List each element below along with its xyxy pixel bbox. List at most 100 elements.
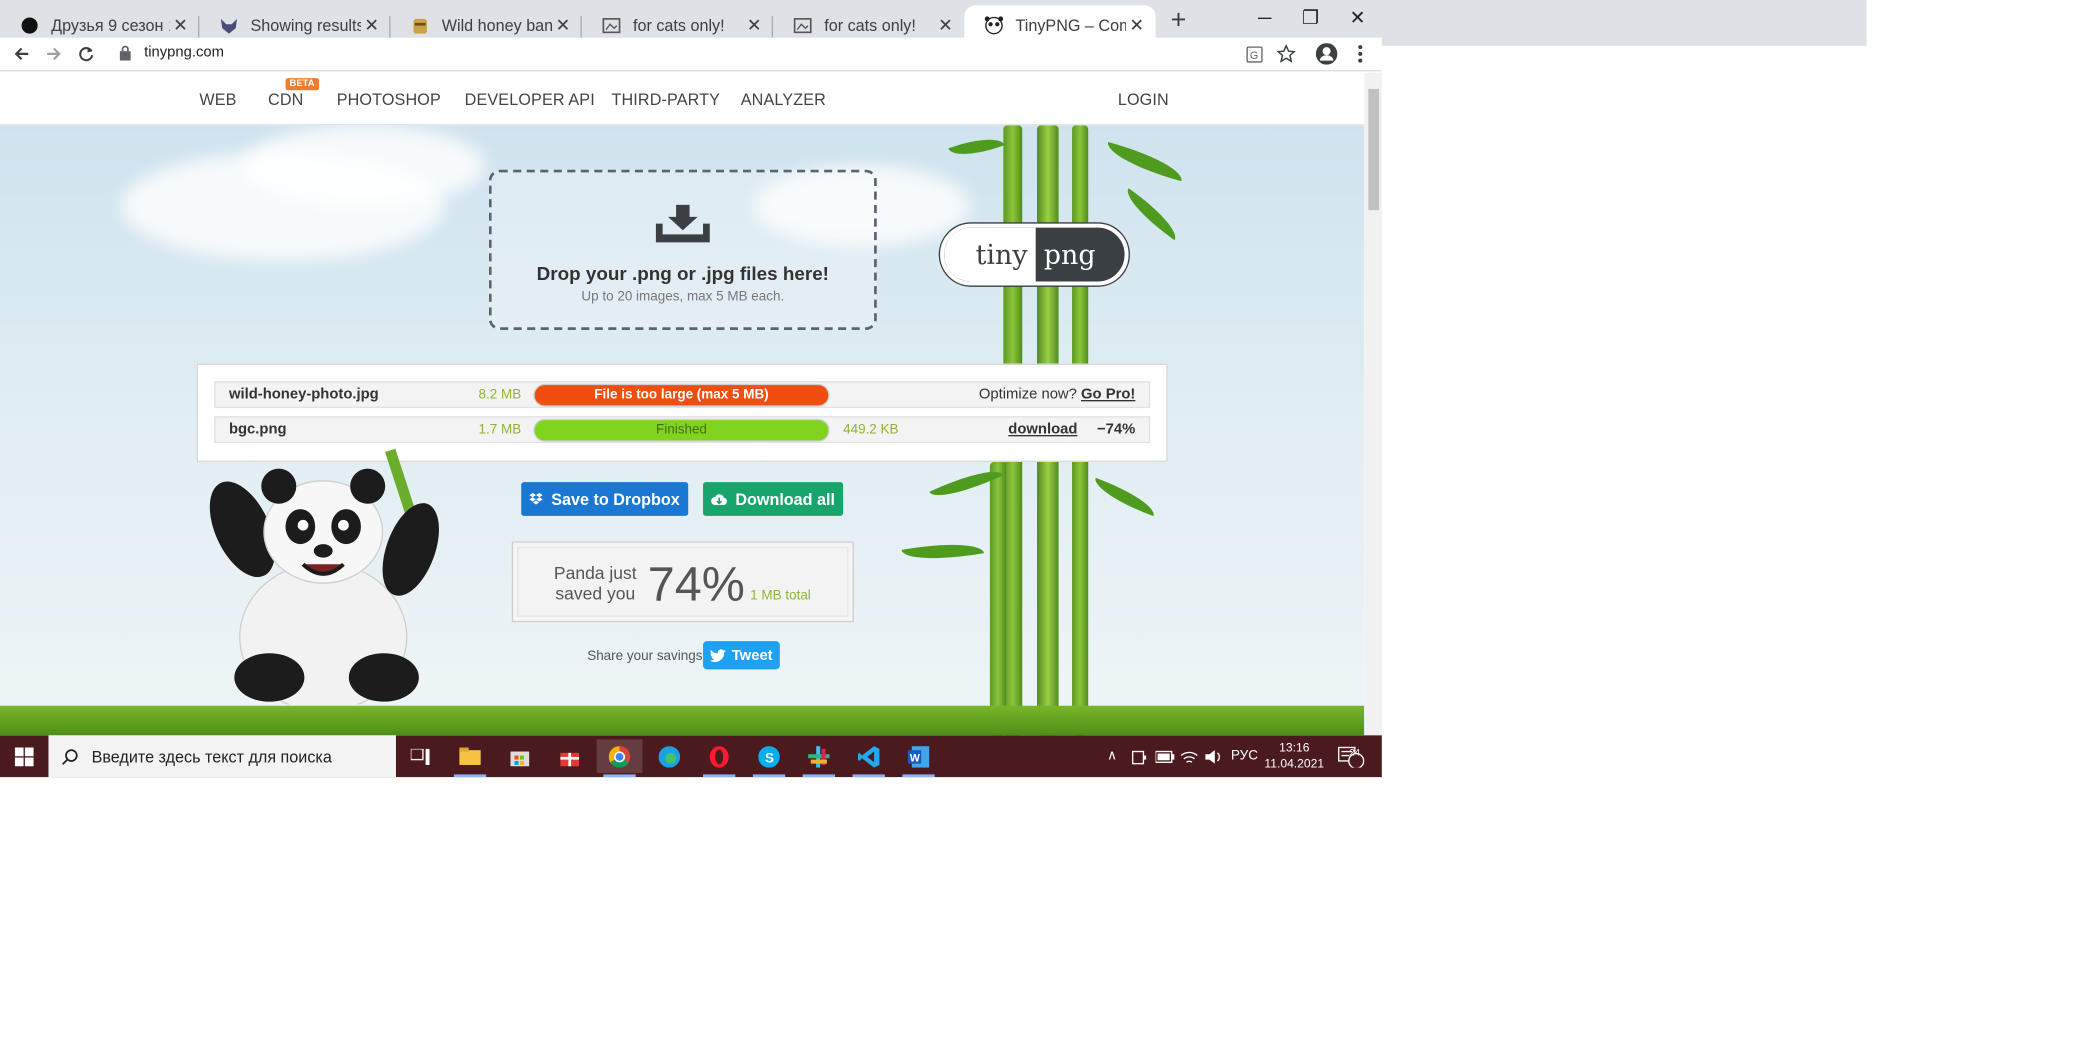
forward-icon[interactable] (42, 42, 66, 66)
wolf-icon (218, 15, 240, 37)
results-panel: wild-honey-photo.jpg 8.2 MB File is too … (196, 363, 1168, 462)
battery-icon[interactable] (1155, 735, 1175, 777)
translate-icon[interactable]: G (1242, 42, 1266, 66)
taskbar-clock[interactable]: 13:16 11.04.2021 (1261, 739, 1328, 771)
twitter-bird-icon (710, 648, 727, 662)
dropzone-subtitle: Up to 20 images, max 5 MB each. (581, 289, 785, 305)
download-link[interactable]: download (1008, 422, 1077, 438)
scrollbar-thumb[interactable] (1368, 88, 1380, 211)
url-text: tinypng.com (144, 44, 224, 61)
tinypng-page: WEB CDN BETA PHOTOSHOP DEVELOPER API THI… (0, 72, 1365, 736)
close-icon[interactable]: ✕ (361, 15, 383, 37)
close-icon[interactable]: ✕ (935, 15, 957, 37)
wifi-icon[interactable] (1180, 735, 1199, 777)
upload-dropzone[interactable]: Drop your .png or .jpg files here! Up to… (488, 169, 877, 330)
opera-icon[interactable] (696, 739, 742, 778)
hero-area: Drop your .png or .jpg files here! Up to… (0, 125, 1365, 736)
save-to-dropbox-button[interactable]: Save to Dropbox (521, 482, 689, 516)
cat-icon (792, 15, 814, 37)
task-view-icon[interactable] (397, 739, 443, 773)
nav-analyzer[interactable]: ANALYZER (741, 90, 826, 109)
store-icon[interactable] (497, 739, 543, 773)
compressed-size: 449.2 KB (843, 422, 899, 438)
tab-title: for cats only! (824, 16, 916, 36)
bamboo-leaf (901, 535, 985, 568)
grass-decoration (0, 705, 1365, 736)
file-size: 1.7 MB (478, 422, 522, 438)
cloud-download-icon (711, 493, 727, 505)
file-name: wild-honey-photo.jpg (228, 386, 379, 403)
screenshot: Друзья 9 сезон 16 серия ✕ Showing result… (0, 0, 1867, 1051)
site-nav: WEB CDN BETA PHOTOSHOP DEVELOPER API THI… (0, 72, 1365, 126)
close-window-icon[interactable]: ✕ (1333, 0, 1381, 35)
savings-label: Panda just saved you (553, 562, 637, 604)
taskbar-search-field[interactable]: Введите здесь текст для поиска (48, 735, 396, 778)
dropbox-icon (529, 492, 544, 504)
language-indicator[interactable]: РУС (1231, 735, 1258, 777)
new-tab-button[interactable]: + (1165, 7, 1192, 35)
lock-icon (119, 45, 131, 61)
nav-cdn[interactable]: CDN (268, 90, 303, 109)
nav-third-party[interactable]: THIRD-PARTY (611, 90, 720, 109)
savings-inner: Panda just saved you 74% 1 MB total (517, 546, 849, 617)
close-icon[interactable]: ✕ (1126, 15, 1148, 37)
page-scrollbar[interactable] (1364, 72, 1382, 736)
bamboo-stalk (989, 461, 1007, 736)
savings-total: 1 MB total (750, 588, 811, 604)
savings-box: Panda just saved you 74% 1 MB total (511, 541, 854, 623)
chrome-icon[interactable] (596, 739, 643, 778)
beta-badge: BETA (285, 78, 319, 91)
result-row: bgc.png 1.7 MB Finished 449.2 KB downloa… (214, 416, 1151, 444)
volume-icon[interactable] (1204, 735, 1223, 777)
back-icon[interactable] (9, 42, 33, 66)
vscode-icon[interactable] (846, 739, 892, 778)
download-all-label: Download all (735, 489, 836, 509)
tab-title: TinyPNG – Compress PNG (1015, 16, 1125, 36)
reload-icon[interactable] (74, 42, 98, 66)
result-row: wild-honey-photo.jpg 8.2 MB File is too … (214, 381, 1151, 409)
saving-percent: −74% (1097, 421, 1136, 438)
profile-avatar-icon[interactable] (1314, 42, 1338, 66)
status-bar-error: File is too large (max 5 MB) (533, 383, 830, 407)
svg-text:S: S (765, 750, 774, 765)
tab-title: for cats only! (632, 16, 725, 36)
dropzone-title: Drop your .png or .jpg files here! (536, 262, 829, 285)
circle-icon (19, 15, 41, 37)
gift-icon[interactable] (547, 739, 593, 773)
minimize-icon[interactable]: ─ (1240, 0, 1288, 35)
nav-developer-api[interactable]: DEVELOPER API (465, 90, 595, 109)
nav-photoshop[interactable]: PHOTOSHOP (337, 90, 441, 109)
optimize-prompt: Optimize now? Go Pro! (979, 387, 1135, 403)
tweet-button[interactable]: Tweet (703, 641, 780, 670)
notification-center[interactable]: 24 (1337, 735, 1365, 777)
honey-icon (409, 15, 431, 37)
go-pro-link[interactable]: Go Pro! (1081, 387, 1135, 403)
restore-icon[interactable]: ❐ (1286, 0, 1334, 35)
tray-device-icon[interactable] (1131, 735, 1147, 777)
windows-start-icon[interactable] (0, 735, 48, 777)
panda-mascot (209, 448, 439, 705)
address-bar[interactable]: tinypng.com (119, 44, 224, 61)
bamboo-leaf (948, 129, 1005, 164)
file-size: 8.2 MB (478, 387, 522, 403)
cloud-decoration (242, 125, 485, 207)
skype-icon[interactable]: S (746, 739, 792, 778)
close-icon[interactable]: ✕ (743, 15, 765, 37)
savings-percent: 74% (647, 556, 745, 612)
close-icon[interactable]: ✕ (552, 15, 574, 37)
download-all-button[interactable]: Download all (703, 482, 844, 516)
file-explorer-icon[interactable] (447, 739, 493, 778)
tray-chevron-icon[interactable]: ∧ (1107, 735, 1117, 777)
bookmark-star-icon[interactable] (1274, 42, 1298, 66)
slack-icon[interactable] (796, 739, 842, 778)
clock-date: 11.04.2021 (1264, 756, 1325, 771)
nav-web[interactable]: WEB (199, 90, 236, 109)
close-icon[interactable]: ✕ (170, 15, 192, 37)
nav-login[interactable]: LOGIN (1118, 90, 1169, 109)
tweet-label: Tweet (731, 647, 773, 664)
cat-icon (601, 15, 623, 37)
menu-kebab-icon[interactable] (1348, 42, 1372, 66)
file-name: bgc.png (228, 421, 287, 438)
edge-icon[interactable] (646, 739, 692, 773)
word-icon[interactable]: W (896, 739, 942, 778)
